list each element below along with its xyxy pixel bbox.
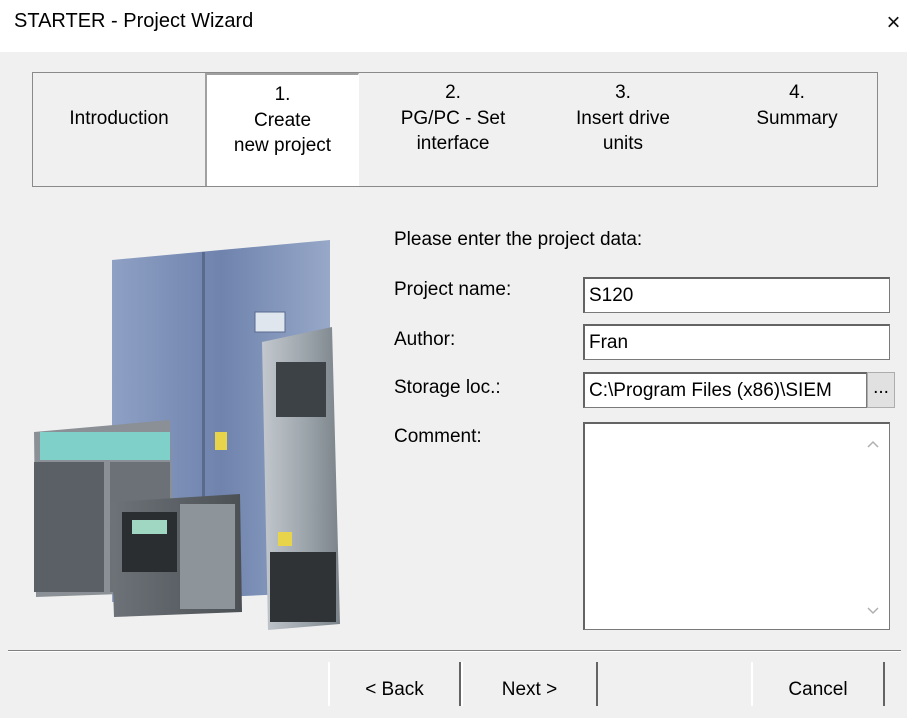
- close-button[interactable]: ×: [880, 6, 907, 40]
- form-prompt: Please enter the project data:: [394, 229, 643, 250]
- storage-location-label: Storage loc.:: [394, 377, 501, 398]
- step-3-number: 3.: [615, 82, 631, 103]
- scroll-up-icon[interactable]: [865, 436, 881, 452]
- step-1-label: Create: [253, 110, 312, 131]
- footer-divider-highlight: [8, 651, 901, 652]
- step-2-label: PG/PC - Set: [400, 108, 506, 129]
- step-4-label: Summary: [756, 108, 838, 129]
- next-button[interactable]: Next >: [461, 662, 598, 706]
- author-input[interactable]: Fran: [583, 324, 890, 360]
- step-introduction: Introduction: [33, 73, 205, 186]
- step-summary: 4. Summary: [717, 73, 877, 186]
- project-name-label: Project name:: [394, 279, 512, 300]
- window-title: STARTER - Project Wizard: [14, 10, 254, 32]
- step-2-number: 2.: [445, 82, 461, 103]
- step-intro-label: Introduction: [69, 108, 169, 129]
- storage-location-input[interactable]: C:\Program Files (x86)\SIEM: [583, 372, 867, 408]
- project-name-input[interactable]: S120: [583, 277, 890, 313]
- step-create-project: 1. Create new project: [205, 73, 359, 186]
- scroll-down-icon[interactable]: [865, 603, 881, 619]
- step-4-number: 4.: [789, 82, 805, 103]
- step-pgpc-interface: 2. PG/PC - Set interface: [373, 73, 533, 186]
- step-3-label-2: units: [602, 133, 644, 154]
- title-bar: STARTER - Project Wizard ×: [0, 0, 907, 52]
- step-1-number: 1.: [274, 84, 291, 105]
- drive-hardware-image: [34, 240, 340, 630]
- wizard-steps: Introduction 1. Create new project 2. PG…: [32, 72, 878, 187]
- step-2-label-2: interface: [416, 133, 490, 154]
- comment-label: Comment:: [394, 426, 482, 447]
- step-3-label: Insert drive: [576, 108, 670, 129]
- browse-button[interactable]: ...: [867, 372, 895, 408]
- step-1-label-2: new project: [233, 135, 332, 156]
- step-insert-drives: 3. Insert drive units: [543, 73, 703, 186]
- cancel-button[interactable]: Cancel: [751, 662, 885, 706]
- back-button[interactable]: < Back: [328, 662, 461, 706]
- comment-textarea[interactable]: [583, 422, 890, 630]
- author-label: Author:: [394, 329, 456, 350]
